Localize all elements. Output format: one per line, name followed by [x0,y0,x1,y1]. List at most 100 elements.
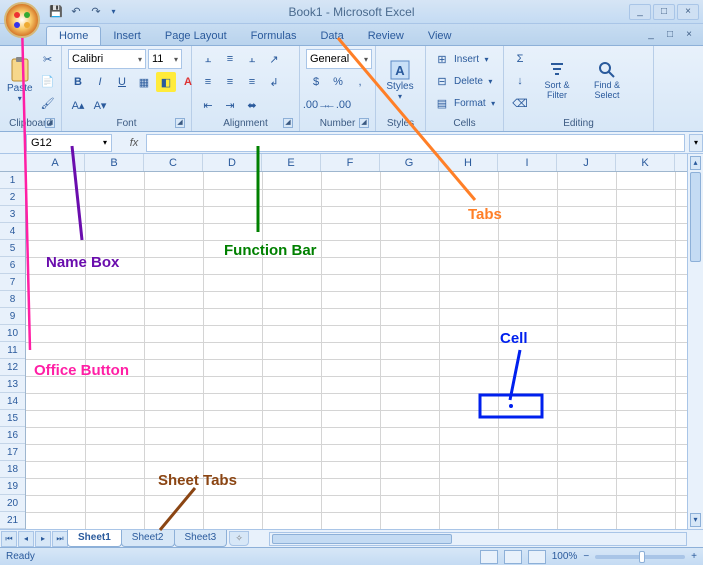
select-all-corner[interactable] [0,154,26,172]
column-header[interactable]: B [85,154,144,171]
view-page-layout-button[interactable] [504,550,522,564]
font-name-combo[interactable]: Calibri▾ [68,49,146,69]
dialog-launcher-icon[interactable]: ◢ [45,118,55,128]
sheet-nav-first-button[interactable]: ⏮ [1,531,17,547]
column-header[interactable]: F [321,154,380,171]
font-size-combo[interactable]: 11▾ [148,49,182,69]
find-select-button[interactable]: Find & Select [584,49,630,111]
border-button[interactable]: ▦ [134,72,154,92]
formula-bar-expand-button[interactable]: ▾ [689,134,703,152]
percent-button[interactable]: % [328,72,348,92]
align-center-button[interactable]: ≡ [220,72,240,92]
row-header[interactable]: 3 [0,206,25,223]
row-header[interactable]: 18 [0,461,25,478]
vertical-scrollbar[interactable]: ▴ ▾ [687,154,703,529]
tab-home[interactable]: Home [46,26,101,45]
horizontal-scrollbar[interactable] [269,532,687,546]
sheet-tab-2[interactable]: Sheet2 [121,530,175,547]
tab-data[interactable]: Data [308,27,355,45]
column-header[interactable]: H [439,154,498,171]
column-header[interactable]: G [380,154,439,171]
name-box[interactable]: G12▾ [26,134,112,152]
formula-input[interactable] [146,134,685,152]
row-header[interactable]: 2 [0,189,25,206]
bold-button[interactable]: B [68,72,88,92]
row-header[interactable]: 10 [0,325,25,342]
row-header[interactable]: 20 [0,495,25,512]
view-normal-button[interactable] [480,550,498,564]
decrease-decimal-button[interactable]: ←.00 [328,95,348,115]
row-header[interactable]: 6 [0,257,25,274]
row-header[interactable]: 5 [0,240,25,257]
row-header[interactable]: 14 [0,393,25,410]
column-header[interactable]: I [498,154,557,171]
tab-view[interactable]: View [416,27,464,45]
sheet-nav-next-button[interactable]: ▸ [35,531,51,547]
row-header[interactable]: 17 [0,444,25,461]
paste-button[interactable]: Paste ▾ [6,49,34,111]
mdi-minimize-button[interactable]: _ [643,27,659,41]
number-format-combo[interactable]: General▾ [306,49,372,69]
cells-format-button[interactable]: ▤Format▾ [432,93,499,113]
sheet-nav-last-button[interactable]: ⏭ [52,531,68,547]
sheet-tab-1[interactable]: Sheet1 [67,530,122,547]
qat-redo-button[interactable]: ↷ [88,4,104,20]
decrease-indent-button[interactable]: ⇤ [198,95,218,115]
minimize-button[interactable]: _ [629,4,651,20]
row-header[interactable]: 15 [0,410,25,427]
row-header[interactable]: 12 [0,359,25,376]
sort-filter-button[interactable]: Sort & Filter [534,49,580,111]
format-painter-button[interactable]: 🖌 [38,93,58,113]
align-middle-button[interactable]: ≡ [220,49,240,69]
zoom-in-button[interactable]: + [691,551,697,562]
scroll-down-arrow-icon[interactable]: ▾ [690,513,701,527]
row-header[interactable]: 9 [0,308,25,325]
row-header[interactable]: 4 [0,223,25,240]
row-header[interactable]: 21 [0,512,25,529]
sheet-tab-3[interactable]: Sheet3 [174,530,228,547]
italic-button[interactable]: I [90,72,110,92]
zoom-level[interactable]: 100% [552,551,578,562]
comma-button[interactable]: , [350,72,370,92]
align-bottom-button[interactable]: ⫠ [242,49,262,69]
new-sheet-button[interactable]: ✧ [229,531,249,546]
styles-button[interactable]: A Styles ▾ [382,49,418,111]
column-header[interactable]: K [616,154,675,171]
qat-save-button[interactable]: 💾 [48,4,64,20]
cells-insert-button[interactable]: ⊞Insert▾ [432,49,492,69]
row-header[interactable]: 13 [0,376,25,393]
column-header[interactable]: A [26,154,85,171]
copy-button[interactable]: 📄 [38,71,58,91]
column-header[interactable]: D [203,154,262,171]
sheet-nav-prev-button[interactable]: ◂ [18,531,34,547]
scroll-thumb[interactable] [690,172,701,262]
office-button[interactable] [4,2,40,38]
tab-insert[interactable]: Insert [101,27,153,45]
zoom-slider[interactable] [595,555,685,559]
cut-button[interactable]: ✂ [38,49,58,69]
align-top-button[interactable]: ⫠ [198,49,218,69]
zoom-out-button[interactable]: − [583,551,589,562]
column-header[interactable]: J [557,154,616,171]
column-header[interactable]: E [262,154,321,171]
align-left-button[interactable]: ≡ [198,72,218,92]
shrink-font-button[interactable]: A▾ [90,95,110,115]
row-header[interactable]: 19 [0,478,25,495]
orientation-button[interactable]: ↗ [264,49,284,69]
row-header[interactable]: 8 [0,291,25,308]
mdi-restore-button[interactable]: □ [662,27,678,41]
dialog-launcher-icon[interactable]: ◢ [283,118,293,128]
clear-button[interactable]: ⌫ [510,93,530,113]
grow-font-button[interactable]: A▴ [68,95,88,115]
row-header[interactable]: 1 [0,172,25,189]
view-page-break-button[interactable] [528,550,546,564]
row-header[interactable]: 7 [0,274,25,291]
increase-decimal-button[interactable]: .00→ [306,95,326,115]
tab-page-layout[interactable]: Page Layout [153,27,239,45]
row-header[interactable]: 16 [0,427,25,444]
wrap-text-button[interactable]: ↲ [264,72,284,92]
dialog-launcher-icon[interactable]: ◢ [175,118,185,128]
dialog-launcher-icon[interactable]: ◢ [359,118,369,128]
align-right-button[interactable]: ≡ [242,72,262,92]
scroll-up-arrow-icon[interactable]: ▴ [690,156,701,170]
